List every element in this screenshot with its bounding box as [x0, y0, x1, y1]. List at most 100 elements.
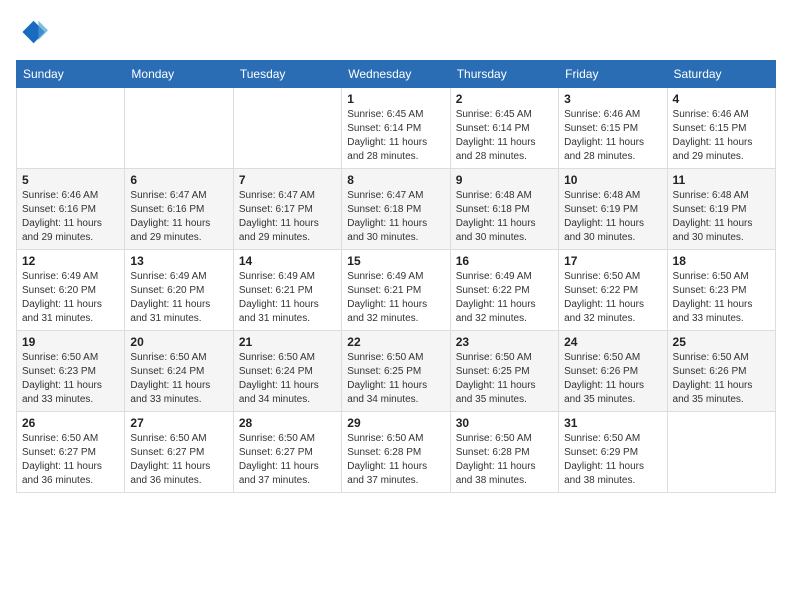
calendar-cell: 2 Sunrise: 6:45 AM Sunset: 6:14 PM Daylig… — [450, 88, 558, 169]
calendar-week-row: 1 Sunrise: 6:45 AM Sunset: 6:14 PM Daylig… — [17, 88, 776, 169]
day-info: Sunrise: 6:50 AM Sunset: 6:23 PM Dayligh… — [22, 351, 119, 407]
day-info: Sunrise: 6:50 AM Sunset: 6:28 PM Dayligh… — [456, 432, 553, 488]
calendar-cell: 30 Sunrise: 6:50 AM Sunset: 6:28 PM Dayli… — [450, 412, 558, 493]
day-info: Sunrise: 6:49 AM Sunset: 6:20 PM Dayligh… — [130, 270, 227, 326]
day-info: Sunrise: 6:48 AM Sunset: 6:19 PM Dayligh… — [673, 189, 770, 245]
calendar-cell: 20Sunrise: 6:50 AM Sunset: 6:24 PM Dayli… — [125, 331, 233, 412]
day-number: 20 — [130, 335, 227, 349]
day-info: Sunrise: 6:49 AM Sunset: 6:21 PM Dayligh… — [347, 270, 444, 326]
day-number: 1 — [347, 92, 444, 106]
day-number: 11 — [673, 173, 770, 187]
calendar-cell: 21 Sunrise: 6:50 AM Sunset: 6:24 PM Dayli… — [233, 331, 341, 412]
calendar-week-row: 12 Sunrise: 6:49 AM Sunset: 6:20 PM Dayli… — [17, 250, 776, 331]
day-info: Sunrise: 6:50 AM Sunset: 6:25 PM Dayligh… — [456, 351, 553, 407]
day-info: Sunrise: 6:50 AM Sunset: 6:29 PM Dayligh… — [564, 432, 661, 488]
day-info: Sunrise: 6:46 AM Sunset: 6:16 PM Dayligh… — [22, 189, 119, 245]
calendar-cell: 29Sunrise: 6:50 AM Sunset: 6:28 PM Dayli… — [342, 412, 450, 493]
calendar-cell: 22 Sunrise: 6:50 AM Sunset: 6:25 PM Dayli… — [342, 331, 450, 412]
day-number: 30 — [456, 416, 553, 430]
calendar-cell: 8 Sunrise: 6:47 AM Sunset: 6:18 PM Daylig… — [342, 169, 450, 250]
day-number: 19 — [22, 335, 119, 349]
page-header — [16, 16, 776, 48]
calendar-cell: 6 Sunrise: 6:47 AM Sunset: 6:16 PM Daylig… — [125, 169, 233, 250]
day-number: 23 — [456, 335, 553, 349]
day-number: 21 — [239, 335, 336, 349]
day-number: 12 — [22, 254, 119, 268]
calendar-cell: 25 Sunrise: 6:50 AM Sunset: 6:26 PM Dayli… — [667, 331, 775, 412]
day-info: Sunrise: 6:47 AM Sunset: 6:18 PM Dayligh… — [347, 189, 444, 245]
calendar-cell: 19 Sunrise: 6:50 AM Sunset: 6:23 PM Dayli… — [17, 331, 125, 412]
day-number: 15 — [347, 254, 444, 268]
day-info: Sunrise: 6:46 AM Sunset: 6:15 PM Dayligh… — [673, 108, 770, 164]
calendar-cell: 11 Sunrise: 6:48 AM Sunset: 6:19 PM Dayli… — [667, 169, 775, 250]
day-number: 29 — [347, 416, 444, 430]
calendar-cell: 24 Sunrise: 6:50 AM Sunset: 6:26 PM Dayli… — [559, 331, 667, 412]
calendar-cell: 1 Sunrise: 6:45 AM Sunset: 6:14 PM Daylig… — [342, 88, 450, 169]
calendar-header-row: SundayMondayTuesdayWednesdayThursdayFrid… — [17, 61, 776, 88]
day-info: Sunrise: 6:46 AM Sunset: 6:15 PM Dayligh… — [564, 108, 661, 164]
day-number: 22 — [347, 335, 444, 349]
calendar-week-row: 19 Sunrise: 6:50 AM Sunset: 6:23 PM Dayli… — [17, 331, 776, 412]
day-info: Sunrise: 6:48 AM Sunset: 6:19 PM Dayligh… — [564, 189, 661, 245]
day-info: Sunrise: 6:48 AM Sunset: 6:18 PM Dayligh… — [456, 189, 553, 245]
calendar-cell: 15 Sunrise: 6:49 AM Sunset: 6:21 PM Dayli… — [342, 250, 450, 331]
calendar-cell: 31Sunrise: 6:50 AM Sunset: 6:29 PM Dayli… — [559, 412, 667, 493]
calendar-cell: 18Sunrise: 6:50 AM Sunset: 6:23 PM Dayli… — [667, 250, 775, 331]
day-number: 2 — [456, 92, 553, 106]
calendar-cell: 28 Sunrise: 6:50 AM Sunset: 6:27 PM Dayli… — [233, 412, 341, 493]
day-info: Sunrise: 6:47 AM Sunset: 6:16 PM Dayligh… — [130, 189, 227, 245]
day-info: Sunrise: 6:50 AM Sunset: 6:26 PM Dayligh… — [673, 351, 770, 407]
day-number: 26 — [22, 416, 119, 430]
calendar-cell: 17 Sunrise: 6:50 AM Sunset: 6:22 PM Dayli… — [559, 250, 667, 331]
day-number: 8 — [347, 173, 444, 187]
day-info: Sunrise: 6:50 AM Sunset: 6:27 PM Dayligh… — [239, 432, 336, 488]
calendar-cell: 10Sunrise: 6:48 AM Sunset: 6:19 PM Dayli… — [559, 169, 667, 250]
day-number: 24 — [564, 335, 661, 349]
day-info: Sunrise: 6:50 AM Sunset: 6:25 PM Dayligh… — [347, 351, 444, 407]
calendar-cell: 14Sunrise: 6:49 AM Sunset: 6:21 PM Dayli… — [233, 250, 341, 331]
calendar-day-header: Thursday — [450, 61, 558, 88]
calendar-cell: 5 Sunrise: 6:46 AM Sunset: 6:16 PM Daylig… — [17, 169, 125, 250]
calendar-day-header: Saturday — [667, 61, 775, 88]
calendar-cell — [233, 88, 341, 169]
day-number: 9 — [456, 173, 553, 187]
day-info: Sunrise: 6:49 AM Sunset: 6:22 PM Dayligh… — [456, 270, 553, 326]
calendar-week-row: 5 Sunrise: 6:46 AM Sunset: 6:16 PM Daylig… — [17, 169, 776, 250]
calendar-day-header: Sunday — [17, 61, 125, 88]
logo-icon — [16, 16, 48, 48]
calendar-cell: 27Sunrise: 6:50 AM Sunset: 6:27 PM Dayli… — [125, 412, 233, 493]
day-number: 6 — [130, 173, 227, 187]
day-info: Sunrise: 6:50 AM Sunset: 6:27 PM Dayligh… — [22, 432, 119, 488]
day-number: 4 — [673, 92, 770, 106]
day-number: 3 — [564, 92, 661, 106]
day-info: Sunrise: 6:45 AM Sunset: 6:14 PM Dayligh… — [456, 108, 553, 164]
calendar-day-header: Monday — [125, 61, 233, 88]
day-info: Sunrise: 6:49 AM Sunset: 6:20 PM Dayligh… — [22, 270, 119, 326]
day-info: Sunrise: 6:50 AM Sunset: 6:24 PM Dayligh… — [239, 351, 336, 407]
calendar-cell: 16Sunrise: 6:49 AM Sunset: 6:22 PM Dayli… — [450, 250, 558, 331]
day-info: Sunrise: 6:50 AM Sunset: 6:23 PM Dayligh… — [673, 270, 770, 326]
day-info: Sunrise: 6:45 AM Sunset: 6:14 PM Dayligh… — [347, 108, 444, 164]
day-number: 5 — [22, 173, 119, 187]
calendar-cell: 26 Sunrise: 6:50 AM Sunset: 6:27 PM Dayli… — [17, 412, 125, 493]
day-info: Sunrise: 6:50 AM Sunset: 6:26 PM Dayligh… — [564, 351, 661, 407]
day-number: 13 — [130, 254, 227, 268]
calendar-cell: 23 Sunrise: 6:50 AM Sunset: 6:25 PM Dayli… — [450, 331, 558, 412]
calendar-cell: 13 Sunrise: 6:49 AM Sunset: 6:20 PM Dayli… — [125, 250, 233, 331]
day-number: 25 — [673, 335, 770, 349]
day-info: Sunrise: 6:47 AM Sunset: 6:17 PM Dayligh… — [239, 189, 336, 245]
day-info: Sunrise: 6:50 AM Sunset: 6:22 PM Dayligh… — [564, 270, 661, 326]
calendar-cell: 9 Sunrise: 6:48 AM Sunset: 6:18 PM Daylig… — [450, 169, 558, 250]
day-info: Sunrise: 6:49 AM Sunset: 6:21 PM Dayligh… — [239, 270, 336, 326]
day-number: 28 — [239, 416, 336, 430]
calendar-table: SundayMondayTuesdayWednesdayThursdayFrid… — [16, 60, 776, 493]
day-number: 7 — [239, 173, 336, 187]
calendar-day-header: Wednesday — [342, 61, 450, 88]
calendar-day-header: Tuesday — [233, 61, 341, 88]
logo — [16, 16, 52, 48]
calendar-body: 1 Sunrise: 6:45 AM Sunset: 6:14 PM Daylig… — [17, 88, 776, 493]
day-info: Sunrise: 6:50 AM Sunset: 6:27 PM Dayligh… — [130, 432, 227, 488]
calendar-day-header: Friday — [559, 61, 667, 88]
day-number: 17 — [564, 254, 661, 268]
calendar-cell — [667, 412, 775, 493]
